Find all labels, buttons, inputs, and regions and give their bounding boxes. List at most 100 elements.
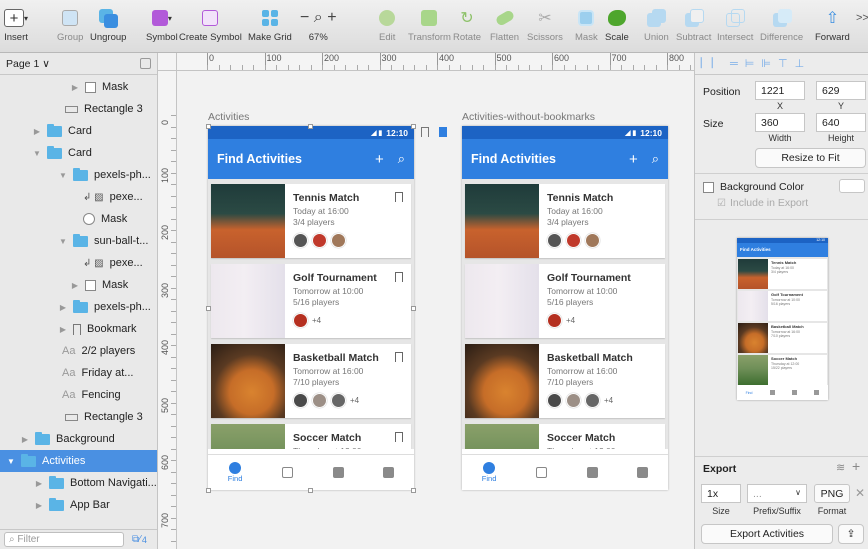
bookmark-outline-icon[interactable] — [421, 127, 429, 137]
layer-row[interactable]: ▼ Card — [0, 142, 157, 164]
toolbar-rotate-button[interactable]: ↻ Rotate — [453, 6, 481, 43]
disclosure-closed-icon[interactable]: ▶ — [58, 303, 68, 312]
layer-row[interactable]: ▶ Bottom Navigati... — [0, 472, 157, 494]
bookmark-icon[interactable] — [395, 352, 403, 362]
nav-calendar[interactable] — [281, 467, 293, 478]
selection-handle[interactable] — [206, 306, 211, 311]
export-settings-icon[interactable]: ≋ — [836, 461, 845, 474]
bookmark-icon[interactable] — [395, 272, 403, 282]
layer-row[interactable]: ▶ pexels-ph... — [0, 296, 157, 318]
align-right-icon[interactable]: ⊨ — [745, 57, 755, 70]
layer-row[interactable]: Rectangle 3 — [0, 406, 157, 428]
toolbar-make-grid-button[interactable]: Make Grid — [248, 6, 292, 43]
nav-find[interactable]: Find — [482, 462, 496, 483]
toolbar-edit-button[interactable]: Edit — [379, 6, 395, 43]
vertical-ruler[interactable]: 0 100 200 300 400 500 600 700 — [158, 71, 177, 549]
share-icon[interactable]: ⇪ — [838, 524, 864, 544]
nav-find[interactable]: Find — [228, 462, 242, 483]
background-color-swatch[interactable] — [839, 179, 865, 193]
filter-options-icon[interactable]: ⧉∕ — [132, 534, 141, 545]
toolbar-group-button[interactable]: Group — [57, 6, 83, 43]
activity-card[interactable]: Golf Tournament Tomorrow at 10:00 5/16 pla… — [465, 264, 665, 338]
selection-handle[interactable] — [206, 124, 211, 129]
toolbar-forward-button[interactable]: ⇧ Forward — [815, 6, 850, 43]
artboard-activities-without-bookmarks[interactable]: ◢ ▮ 12:10 Find Activities + ⌕ Tennis Match Tod… — [462, 126, 668, 490]
width-field[interactable]: 360 — [755, 113, 805, 132]
disclosure-open-icon[interactable]: ▼ — [32, 149, 42, 158]
bookmark-icon[interactable] — [395, 432, 403, 442]
resize-to-fit-button[interactable]: Resize to Fit — [755, 148, 866, 168]
nav-chat[interactable] — [383, 467, 395, 478]
selection-handle[interactable] — [411, 488, 416, 493]
toolbar-zoom-button[interactable]: − ⌕ + 67% — [300, 6, 337, 43]
selection-handle[interactable] — [308, 124, 313, 129]
toolbar-subtract-button[interactable]: Subtract — [676, 6, 711, 43]
export-scale-field[interactable]: 1x — [701, 484, 741, 503]
disclosure-open-icon[interactable]: ▼ — [58, 237, 68, 246]
distribute-v-icon[interactable]: ⊤ — [778, 57, 788, 70]
disclosure-open-icon[interactable]: ▼ — [58, 171, 68, 180]
export-activities-button[interactable]: Export Activities — [701, 524, 833, 544]
height-field[interactable]: 640 — [816, 113, 866, 132]
toolbar-insert-button[interactable]: + ▾ Insert — [4, 6, 28, 43]
toolbar-scale-button[interactable]: Scale — [605, 6, 629, 43]
align-center-icon[interactable]: ═ — [730, 58, 738, 70]
selection-handle[interactable] — [411, 306, 416, 311]
layer-row[interactable]: Aa Friday at... — [0, 362, 157, 384]
layer-row[interactable]: ▼ Activities — [0, 450, 157, 472]
nav-inbox[interactable] — [332, 467, 344, 478]
position-y-field[interactable]: 629 — [816, 81, 866, 100]
include-export-checkbox[interactable]: ☑ — [717, 198, 726, 209]
disclosure-closed-icon[interactable]: ▶ — [32, 127, 42, 136]
activity-card[interactable]: Basketball Match Tomorrow at 16:00 7/10 pl… — [465, 344, 665, 418]
activity-card[interactable]: Golf Tournament Tomorrow at 10:00 5/16 pla… — [211, 264, 411, 338]
toolbar-difference-button[interactable]: Difference — [760, 6, 803, 43]
distribute-h-icon[interactable]: ⊫ — [761, 57, 771, 70]
disclosure-closed-icon[interactable]: ▶ — [58, 325, 68, 334]
position-x-field[interactable]: 1221 — [755, 81, 805, 100]
toolbar-intersect-button[interactable]: Intersect — [717, 6, 753, 43]
layer-row[interactable]: ▼ sun-ball-t... — [0, 230, 157, 252]
background-color-checkbox[interactable] — [703, 181, 714, 193]
nav-chat[interactable] — [637, 467, 649, 478]
artboard-activities[interactable]: ◢ ▮ 12:10 Find Activities + ⌕ Tennis Match Tod… — [208, 126, 414, 490]
page-collapse-icon[interactable] — [140, 58, 151, 69]
add-export-icon[interactable]: + — [852, 458, 860, 474]
layer-filter-input[interactable]: ⌕ Filter — [4, 532, 124, 547]
add-icon[interactable]: + — [629, 151, 638, 168]
selection-handle[interactable] — [308, 488, 313, 493]
bookmark-filled-icon[interactable] — [439, 127, 447, 137]
export-prefix-field[interactable]: ... ∨ — [747, 484, 807, 503]
layer-row[interactable]: ▼ pexels-ph... — [0, 164, 157, 186]
toolbar-symbol-button[interactable]: ▾ Symbol — [146, 6, 178, 43]
artboard-label[interactable]: Activities-without-bookmarks — [462, 111, 595, 123]
disclosure-closed-icon[interactable]: ▶ — [70, 281, 80, 290]
page-selector[interactable]: Page 1 ∨ — [0, 53, 157, 75]
export-format-select[interactable]: PNG — [814, 484, 850, 503]
layer-row[interactable]: ▶ Mask — [0, 76, 157, 98]
activity-card[interactable]: Tennis Match Today at 16:00 3/4 players — [211, 184, 411, 258]
canvas[interactable]: Activities ◢ ▮ 12:10 Find Activities + ⌕ Tenni… — [177, 71, 694, 549]
layer-row[interactable]: ↲ ▨ pexe... — [0, 252, 157, 274]
toolbar-flatten-button[interactable]: Flatten — [490, 6, 519, 43]
activity-card[interactable]: Soccer MatchThursday at 12:0015/22 playe… — [465, 424, 665, 449]
layer-row[interactable]: ▶ App Bar — [0, 494, 157, 516]
activity-card[interactable]: Soccer MatchThursday at 12:0015/22 playe… — [211, 424, 411, 449]
layer-row[interactable]: Rectangle 3 — [0, 98, 157, 120]
bookmark-icon[interactable] — [395, 192, 403, 202]
nav-calendar[interactable] — [535, 467, 547, 478]
remove-export-icon[interactable]: ✕ — [855, 486, 865, 500]
toolbar-union-button[interactable]: Union — [644, 6, 669, 43]
layer-row[interactable]: Aa Fencing — [0, 384, 157, 406]
horizontal-ruler[interactable]: 0 100 200 300 400 500 600 700 800 — [177, 53, 694, 71]
search-icon[interactable]: ⌕ — [398, 151, 405, 167]
nav-inbox[interactable] — [586, 467, 598, 478]
layer-row[interactable]: ▶ Card — [0, 120, 157, 142]
disclosure-closed-icon[interactable]: ▶ — [70, 83, 80, 92]
add-icon[interactable]: + — [375, 151, 384, 168]
toolbar-scissors-button[interactable]: ✂ Scissors — [527, 6, 563, 43]
layer-row[interactable]: ▶ Mask — [0, 274, 157, 296]
layer-row[interactable]: Aa 2/2 players — [0, 340, 157, 362]
disclosure-closed-icon[interactable]: ▶ — [34, 501, 44, 510]
search-icon[interactable]: ⌕ — [652, 151, 659, 167]
